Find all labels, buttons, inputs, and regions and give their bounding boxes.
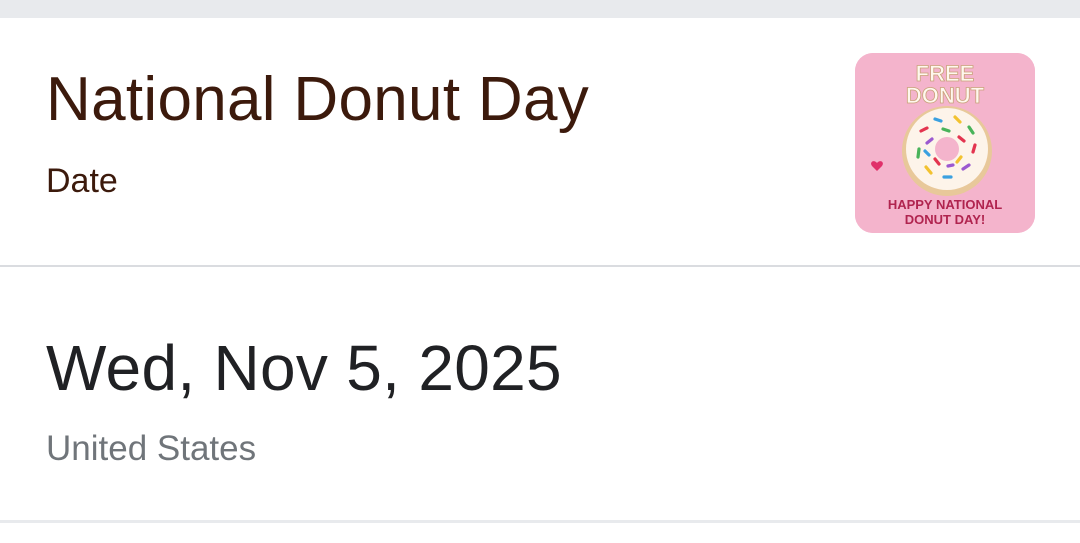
thumb-caption1: HAPPY NATIONAL [888, 197, 1002, 212]
bottom-area [0, 526, 1080, 543]
donut-image: FREE DONUT HAPPY NATIONAL DONUT DAY! [855, 53, 1035, 233]
thumb-caption2: DONUT DAY! [905, 212, 985, 227]
donut-graphic [902, 106, 992, 196]
event-date: Wed, Nov 5, 2025 [46, 332, 562, 404]
event-title: National Donut Day [46, 65, 590, 134]
event-header-card: National Donut Day Date FREE DONUT HAPPY… [0, 18, 1080, 267]
event-region: United States [46, 429, 257, 468]
thumb-line2: DONUT [906, 83, 985, 108]
event-type-label: Date [46, 162, 118, 200]
top-divider-strip [0, 0, 1080, 18]
event-thumbnail[interactable]: FREE DONUT HAPPY NATIONAL DONUT DAY! [855, 53, 1035, 233]
date-details-section: Wed, Nov 5, 2025 United States [0, 267, 1080, 523]
